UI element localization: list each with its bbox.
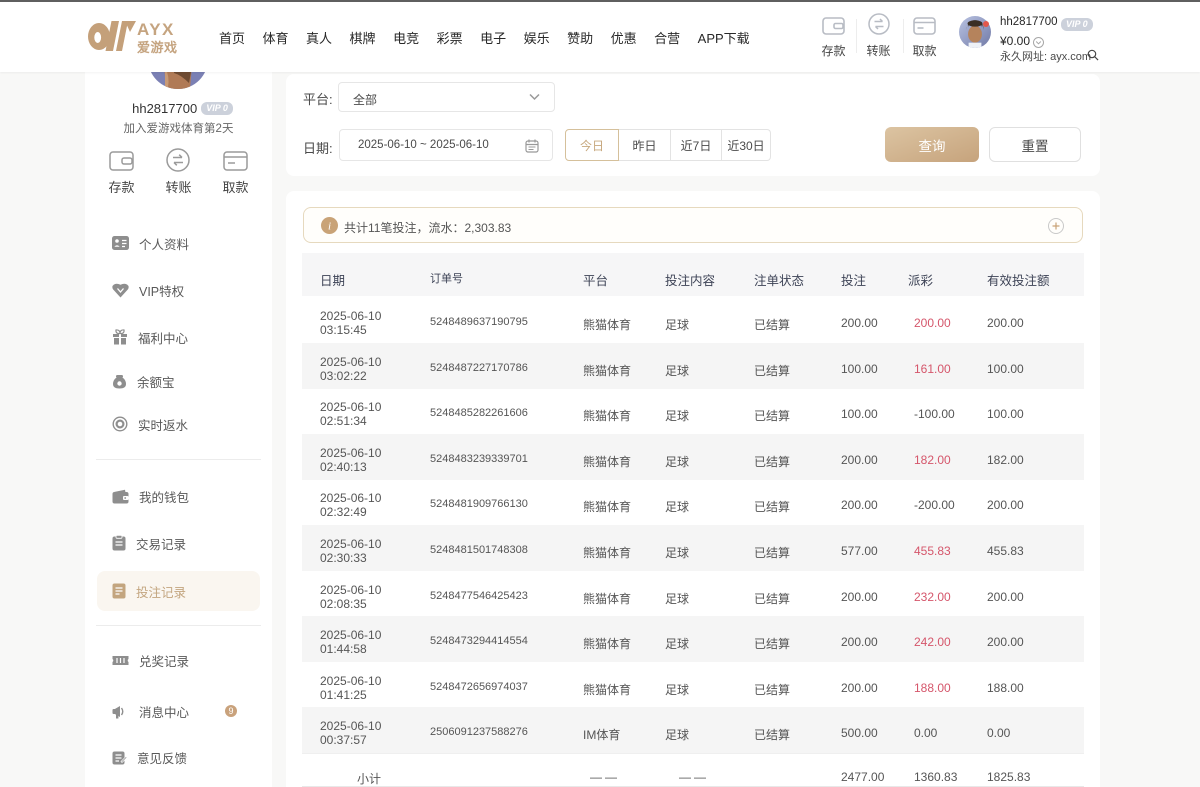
svg-text:i: i bbox=[328, 221, 331, 233]
